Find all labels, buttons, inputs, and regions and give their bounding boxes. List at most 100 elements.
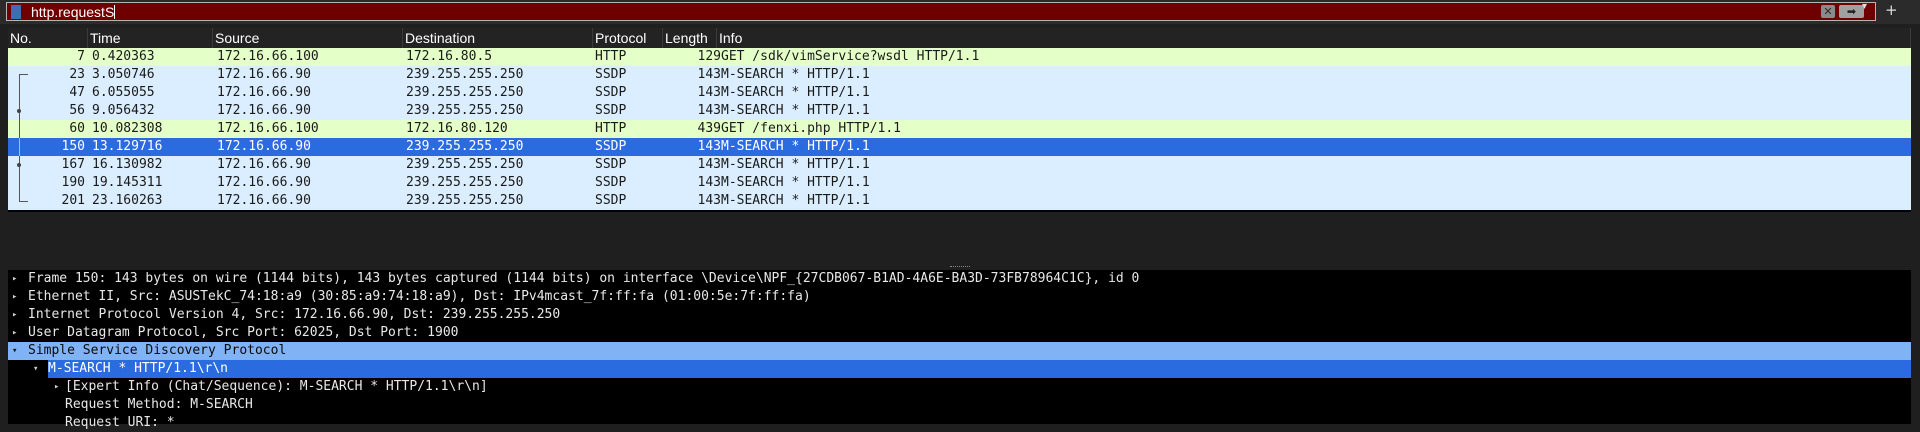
detail-text: Internet Protocol Version 4, Src: 172.16… (28, 307, 561, 322)
cell-no: 190 (61, 175, 85, 190)
cell-no: 60 (69, 121, 85, 136)
packet-row[interactable]: 7 0.420363 172.16.66.100 172.16.80.5 HTTP 129… (8, 48, 1911, 66)
detail-text: Frame 150: 143 bytes on wire (1144 bits)… (28, 271, 1140, 286)
collapsed-arrow-icon[interactable]: ▸ (54, 378, 59, 396)
detail-tree-item[interactable]: ▸ [Expert Info (Chat/Sequence): M-SEARCH … (8, 378, 1911, 396)
detail-text: M-SEARCH * HTTP/1.1\r\n (48, 361, 229, 376)
cell-time: 0.420363 (92, 49, 155, 64)
packet-row[interactable]: 56 9.056432 172.16.66.90 239.255.255.250 SSD… (8, 102, 1911, 120)
cell-source: 172.16.66.90 (217, 67, 311, 82)
cell-info: M-SEARCH * HTTP/1.1 (721, 157, 870, 172)
collapsed-arrow-icon[interactable]: ▸ (12, 324, 17, 342)
apply-filter-icon[interactable]: ➡ (1839, 5, 1864, 18)
cell-time: 6.055055 (92, 85, 155, 100)
bookmark-icon[interactable] (11, 5, 21, 19)
cell-time: 9.056432 (92, 103, 155, 118)
cell-info: GET /fenxi.php HTTP/1.1 (721, 121, 902, 136)
detail-text: Request URI: * (65, 415, 175, 430)
display-filter-toolbar: http.requestS ✕ ➡ ▾ + (0, 0, 1920, 24)
expanded-arrow-icon[interactable]: ▾ (12, 342, 17, 360)
cell-length: 439 (697, 121, 721, 136)
collapsed-arrow-icon[interactable]: ▸ (12, 288, 17, 306)
cell-destination: 239.255.255.250 (406, 103, 524, 118)
column-header-source[interactable]: Source (213, 28, 403, 48)
cell-protocol: SSDP (595, 103, 627, 118)
packet-row[interactable]: 60 10.082308 172.16.66.100 172.16.80.120 HTT… (8, 120, 1911, 138)
packet-row[interactable]: 150 13.129716 172.16.66.90 239.255.255.250 S… (8, 138, 1911, 156)
packet-row[interactable]: 167 16.130982 172.16.66.90 239.255.255.250 S… (8, 156, 1911, 174)
cell-protocol: SSDP (595, 157, 627, 172)
display-filter-text[interactable]: http.requestS (31, 4, 116, 20)
detail-text: User Datagram Protocol, Src Port: 62025,… (28, 325, 459, 340)
detail-tree-item[interactable]: Request Method: M-SEARCH (8, 396, 1911, 414)
column-header-no[interactable]: No. (8, 28, 88, 48)
cell-source: 172.16.66.90 (217, 175, 311, 190)
add-filter-button-icon[interactable]: + (1885, 1, 1898, 19)
clear-filter-icon[interactable]: ✕ (1821, 5, 1835, 18)
cell-length: 143 (697, 85, 721, 100)
cell-source: 172.16.66.100 (217, 121, 319, 136)
cell-source: 172.16.66.100 (217, 49, 319, 64)
collapsed-arrow-icon[interactable]: ▸ (12, 306, 17, 324)
packet-row[interactable]: 201 23.160263 172.16.66.90 239.255.255.250 S… (8, 192, 1911, 210)
detail-tree-item[interactable]: ▾ M-SEARCH * HTTP/1.1\r\n (33, 360, 1911, 378)
cell-destination: 172.16.80.120 (406, 121, 508, 136)
cell-protocol: SSDP (595, 67, 627, 82)
pane-splitter-handle[interactable] (950, 266, 970, 269)
cell-destination: 239.255.255.250 (406, 139, 524, 154)
cell-time: 3.050746 (92, 67, 155, 82)
cell-protocol: HTTP (595, 121, 627, 136)
column-header-length[interactable]: Length (663, 28, 717, 48)
column-header-protocol[interactable]: Protocol (593, 28, 663, 48)
cell-source: 172.16.66.90 (217, 193, 311, 208)
cell-protocol: SSDP (595, 193, 627, 208)
cell-length: 129 (697, 49, 721, 64)
detail-text: Simple Service Discovery Protocol (28, 343, 287, 358)
packet-row[interactable]: 23 3.050746 172.16.66.90 239.255.255.250 SSD… (8, 66, 1911, 85)
cell-length: 143 (697, 103, 721, 118)
detail-tree-item[interactable]: Request URI: * (8, 414, 1911, 432)
filter-history-dropdown-icon[interactable]: ▾ (1862, 1, 1867, 12)
column-header-time[interactable]: Time (88, 28, 213, 48)
cell-length: 143 (697, 193, 721, 208)
cell-time: 10.082308 (92, 121, 163, 136)
packet-details-tree[interactable]: ▸ Frame 150: 143 bytes on wire (1144 bits… (8, 270, 1911, 430)
detail-tree-item[interactable]: ▸ User Datagram Protocol, Src Port: 62025… (8, 324, 1911, 342)
cell-length: 143 (697, 175, 721, 190)
cell-destination: 239.255.255.250 (406, 85, 524, 100)
packet-list[interactable]: No. Time Source Destination Protocol Len… (8, 28, 1911, 212)
cell-protocol: SSDP (595, 175, 627, 190)
cell-destination: 239.255.255.250 (406, 175, 524, 190)
cell-destination: 239.255.255.250 (406, 157, 524, 172)
cell-info: GET /sdk/vimService?wsdl HTTP/1.1 (721, 49, 980, 64)
cell-no: 150 (61, 139, 85, 154)
packet-row[interactable]: 47 6.055055 172.16.66.90 239.255.255.250 SSD… (8, 84, 1911, 102)
expanded-arrow-icon[interactable]: ▾ (33, 360, 38, 378)
collapsed-arrow-icon[interactable]: ▸ (12, 270, 17, 288)
cell-no: 47 (69, 85, 85, 100)
text-caret (114, 5, 116, 19)
cell-time: 19.145311 (92, 175, 163, 190)
cell-protocol: SSDP (595, 139, 627, 154)
filter-value: http.requestS (31, 4, 115, 20)
cell-info: M-SEARCH * HTTP/1.1 (721, 85, 870, 100)
cell-info: M-SEARCH * HTTP/1.1 (721, 103, 870, 118)
packet-row[interactable]: 190 19.145311 172.16.66.90 239.255.255.250 S… (8, 174, 1911, 192)
display-filter-input[interactable]: http.requestS ✕ ➡ (6, 2, 1876, 21)
cell-no: 167 (61, 157, 85, 172)
cell-no: 7 (77, 49, 85, 64)
cell-info: M-SEARCH * HTTP/1.1 (721, 175, 870, 190)
column-header-info[interactable]: Info (717, 28, 1911, 48)
column-header-destination[interactable]: Destination (403, 28, 593, 48)
detail-text: Request Method: M-SEARCH (65, 397, 253, 412)
cell-info: M-SEARCH * HTTP/1.1 (721, 193, 870, 208)
detail-tree-item[interactable]: ▸ Frame 150: 143 bytes on wire (1144 bits… (8, 270, 1911, 288)
cell-source: 172.16.66.90 (217, 139, 311, 154)
detail-tree-item[interactable]: ▾ Simple Service Discovery Protocol (8, 342, 1911, 360)
cell-length: 143 (697, 157, 721, 172)
cell-destination: 239.255.255.250 (406, 193, 524, 208)
detail-tree-item[interactable]: ▸ Ethernet II, Src: ASUSTekC_74:18:a9 (30… (8, 288, 1911, 306)
cell-no: 56 (69, 103, 85, 118)
detail-tree-item[interactable]: ▸ Internet Protocol Version 4, Src: 172.1… (8, 306, 1911, 324)
cell-protocol: SSDP (595, 85, 627, 100)
